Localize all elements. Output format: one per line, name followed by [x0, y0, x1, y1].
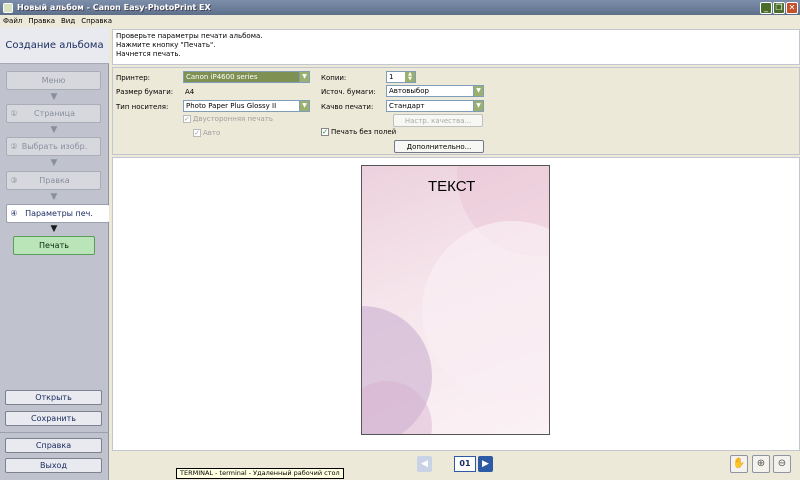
arrow-down-icon: ▼ [50, 158, 58, 168]
step-select-images[interactable]: ② Выбрать изобр. [6, 137, 101, 156]
window-controls: _ ❐ ✕ [760, 1, 798, 14]
menu-file[interactable]: Файл [0, 17, 25, 25]
instruction-line: Нажмите кнопку "Печать". [116, 41, 216, 49]
chevron-down-icon[interactable]: ▼ [299, 101, 309, 111]
instruction-line: Проверьте параметры печати альбома. [116, 32, 263, 40]
step-menu[interactable]: Меню [6, 71, 101, 90]
menu-help[interactable]: Справка [78, 17, 115, 25]
borderless-label: Печать без полей [331, 128, 397, 136]
printer-label: Принтер: [116, 74, 151, 82]
checkbox-icon: ✓ [193, 129, 201, 137]
menu-edit[interactable]: Правка [25, 17, 58, 25]
decor-circle [422, 221, 549, 401]
help-button[interactable]: Справка [5, 438, 102, 453]
step-print-settings[interactable]: ④ Параметры печ. [6, 204, 109, 223]
arrow-down-icon: ▼ [50, 125, 58, 135]
copies-value: 1 [389, 73, 394, 81]
spin-arrows-icon[interactable]: ▲ ▼ [405, 72, 415, 82]
app-icon [3, 2, 13, 13]
step-edit-label: Правка [39, 176, 70, 185]
quality-label: Качво печати: [321, 103, 374, 111]
step-number: ① [10, 109, 18, 118]
taskbar-tooltip: TERMINAL - terminal - Удаленный рабочий … [176, 468, 344, 479]
save-button[interactable]: Сохранить [5, 411, 102, 426]
checkbox-icon: ✓ [183, 115, 191, 123]
open-button[interactable]: Открыть [5, 390, 102, 405]
paper-source-label: Источ. бумаги: [321, 88, 376, 96]
copies-label: Копии: [321, 74, 347, 82]
preview-area: ТЕКСТ [112, 157, 800, 451]
chevron-down-icon[interactable]: ▼ [473, 86, 483, 96]
menu-bar: Файл Правка Вид Справка [0, 15, 800, 26]
page-number[interactable]: 01 [454, 456, 476, 472]
printer-select[interactable]: Canon iP4600 series ▼ [183, 71, 310, 83]
chevron-down-icon[interactable]: ▼ [473, 101, 483, 111]
step-select-images-label: Выбрать изобр. [21, 142, 88, 151]
window-title: Новый альбом - Canon Easy-PhotoPrint EX [17, 3, 211, 12]
step-page[interactable]: ① Страница [6, 104, 101, 123]
arrow-down-icon: ▼ [50, 192, 58, 202]
printer-value: Canon iP4600 series [186, 73, 258, 81]
quality-settings-button[interactable]: Настр. качества... [393, 114, 483, 127]
previous-page-icon[interactable]: ◀ [417, 456, 432, 472]
paper-size-label: Размер бумаги: [116, 88, 174, 96]
media-type-select[interactable]: Photo Paper Plus Glossy II ▼ [183, 100, 310, 112]
paper-source-value: Автовыбор [389, 87, 429, 95]
chevron-down-icon[interactable]: ▼ [299, 72, 309, 82]
maximize-icon[interactable]: ❐ [773, 1, 785, 14]
menu-view[interactable]: Вид [58, 17, 78, 25]
print-button[interactable]: Печать [13, 236, 95, 255]
step-number: ③ [10, 176, 18, 185]
duplex-checkbox[interactable]: ✓ Двусторонняя печать [183, 115, 273, 123]
hand-tool-icon[interactable]: ✋ [730, 455, 748, 473]
sidebar-title: Создание альбома [0, 27, 109, 64]
step-page-label: Страница [33, 109, 75, 118]
advanced-button[interactable]: Дополнительно... [394, 140, 484, 153]
paper-size-value: A4 [185, 88, 195, 96]
exit-button[interactable]: Выход [5, 458, 102, 473]
checkmark-icon: ✓ [321, 128, 329, 136]
media-type-label: Тип носителя: [116, 103, 169, 111]
arrow-down-icon: ▼ [50, 224, 58, 234]
auto-label: Авто [203, 129, 221, 137]
copies-stepper[interactable]: 1 ▲ ▼ [386, 71, 416, 83]
quality-value: Стандарт [389, 102, 425, 110]
instructions-panel: Проверьте параметры печати альбома. Нажм… [112, 29, 800, 65]
arrow-down-icon: ▼ [50, 92, 58, 102]
close-icon[interactable]: ✕ [786, 1, 798, 14]
auto-checkbox[interactable]: ✓ Авто [193, 129, 220, 137]
paper-source-select[interactable]: Автовыбор ▼ [386, 85, 484, 97]
quality-select[interactable]: Стандарт ▼ [386, 100, 484, 112]
title-bar: Новый альбом - Canon Easy-PhotoPrint EX … [0, 0, 800, 15]
print-settings-panel: Принтер: Canon iP4600 series ▼ Размер бу… [112, 67, 800, 155]
zoom-out-icon[interactable]: ⊖ [773, 455, 791, 473]
instruction-line: Начнется печать. [116, 50, 181, 58]
step-edit[interactable]: ③ Правка [6, 171, 101, 190]
sidebar-divider [0, 432, 109, 433]
step-number: ④ [10, 209, 18, 218]
step-menu-label: Меню [41, 76, 66, 85]
step-number: ② [10, 142, 18, 151]
minimize-icon[interactable]: _ [760, 1, 772, 14]
duplex-label: Двусторонняя печать [193, 115, 273, 123]
borderless-checkbox[interactable]: ✓ Печать без полей [321, 128, 396, 136]
sidebar: Создание альбома Меню ▼ ① Страница ▼ ② В… [0, 27, 109, 480]
zoom-in-icon[interactable]: ⊕ [752, 455, 770, 473]
page-text[interactable]: ТЕКСТ [428, 178, 475, 195]
next-page-icon[interactable]: ▶ [478, 456, 493, 472]
media-type-value: Photo Paper Plus Glossy II [186, 102, 277, 110]
page-preview[interactable]: ТЕКСТ [361, 165, 550, 435]
step-print-settings-label: Параметры печ. [25, 209, 93, 218]
